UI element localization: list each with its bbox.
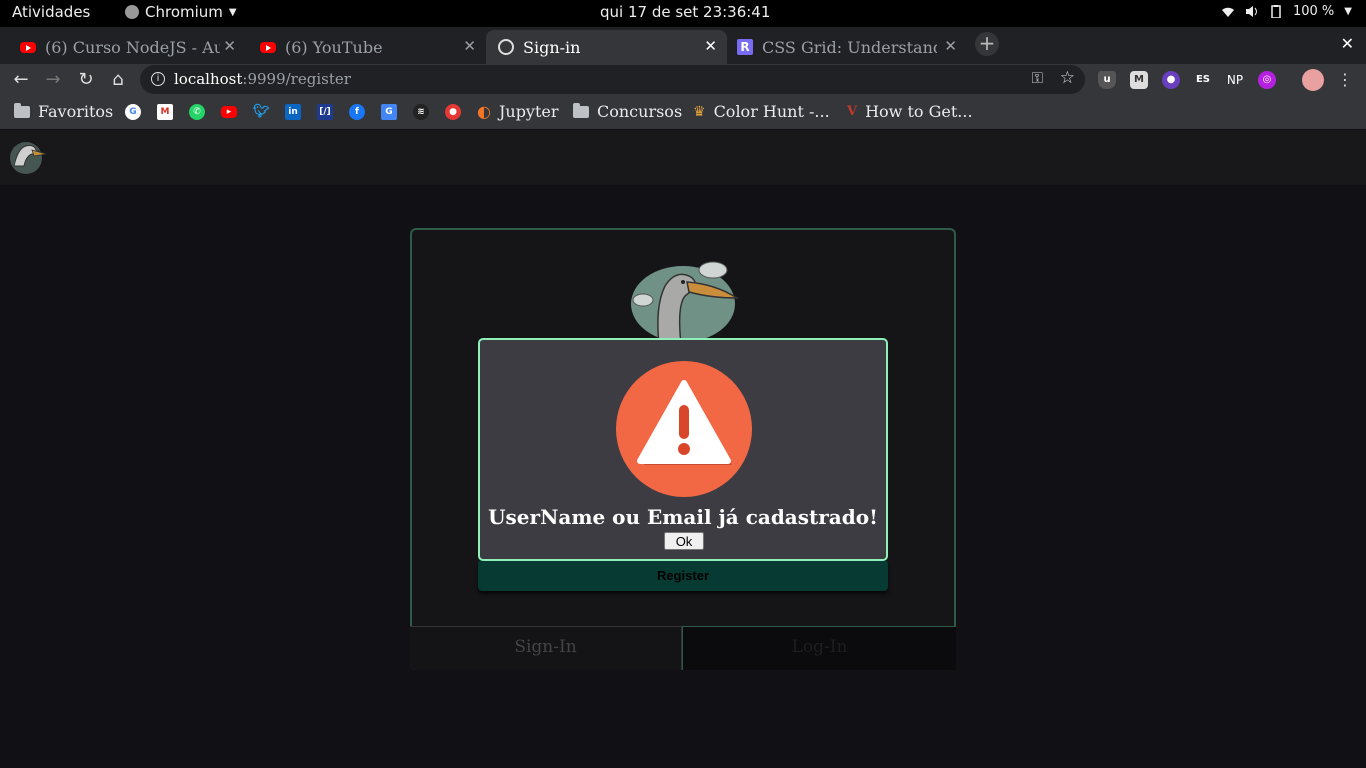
tab-title: (6) Curso NodeJS - Au <box>45 37 220 57</box>
forward-button[interactable]: → <box>42 69 64 91</box>
url-host: localhost <box>174 70 243 88</box>
extension-eye-icon[interactable]: ● <box>1162 71 1180 89</box>
close-window-button[interactable]: ✕ <box>1341 34 1354 53</box>
bookmark-how-to[interactable]: V How to Get... <box>847 102 973 121</box>
tomato-icon[interactable]: ● <box>445 104 461 120</box>
extension-es-icon[interactable]: ES <box>1194 71 1212 89</box>
ublock-icon[interactable]: u <box>1098 71 1116 89</box>
bookmark-label: How to Get... <box>865 102 973 121</box>
bookmark-label: Favoritos <box>38 102 114 121</box>
home-button[interactable]: ⌂ <box>107 69 129 91</box>
url-text[interactable]: localhost:9999/register <box>174 70 351 88</box>
tab-title: CSS Grid: Understand <box>762 37 937 57</box>
globe-icon <box>498 39 514 55</box>
bookmark-label: Color Hunt -... <box>713 102 830 121</box>
tab-sign-in[interactable]: Sign-in ✕ <box>486 30 727 64</box>
chromium-icon <box>125 5 139 19</box>
tab-title: (6) YouTube <box>285 37 383 57</box>
tab-youtube[interactable]: (6) YouTube ✕ <box>240 30 486 64</box>
youtube-icon[interactable]: ▸ <box>221 106 237 118</box>
facebook-icon[interactable]: f <box>349 104 365 120</box>
key-icon[interactable]: ⚿ <box>1032 69 1043 87</box>
folder-icon <box>14 102 30 118</box>
close-icon[interactable]: ✕ <box>944 37 957 55</box>
url-path: :9999/register <box>242 70 351 88</box>
youtube-icon <box>20 41 36 53</box>
google-icon[interactable]: G <box>125 104 141 120</box>
app-menu[interactable]: Chromium ▼ <box>125 3 237 21</box>
warning-icon <box>616 361 752 497</box>
reload-button[interactable]: ↻ <box>75 69 97 91</box>
web-page: Register Sign-In Log-In UserName ou Emai… <box>0 130 1366 768</box>
alert-message: UserName ou Email já cadastrado! <box>488 505 878 529</box>
extension-np-icon[interactable]: NP <box>1226 71 1244 89</box>
bookmark-label: Jupyter <box>498 102 559 121</box>
battery-percent: 100 % <box>1292 4 1335 19</box>
info-icon[interactable]: i <box>151 72 165 86</box>
folder-icon <box>573 102 589 118</box>
star-icon[interactable]: ☆ <box>1060 68 1075 88</box>
site-navbar <box>0 130 1366 185</box>
app-name: Chromium <box>145 3 223 21</box>
bookmark-concursos[interactable]: Concursos <box>573 102 682 121</box>
linkedin-icon[interactable]: in <box>285 104 301 120</box>
ok-button[interactable]: Ok <box>664 532 704 550</box>
volume-icon <box>1245 6 1257 17</box>
battery-icon <box>1271 5 1281 18</box>
new-tab-button[interactable]: + <box>975 32 999 56</box>
register-button[interactable]: Register <box>478 560 888 591</box>
bookmark-favoritos[interactable]: Favoritos <box>14 102 113 121</box>
system-top-bar: Atividades Chromium ▼ qui 17 de set 23:3… <box>0 0 1366 27</box>
bookmark-v-icon: V <box>847 104 858 119</box>
profile-avatar[interactable] <box>1302 69 1324 91</box>
close-icon[interactable]: ✕ <box>463 37 476 55</box>
back-button[interactable]: ← <box>10 69 32 91</box>
pelican-logo-icon <box>631 261 740 345</box>
bookmark-jupyter[interactable]: ◐ Jupyter <box>477 102 559 121</box>
twitter-icon[interactable]: 🐦︎ <box>253 104 270 120</box>
activities-button[interactable]: Atividades <box>12 3 90 21</box>
r-logo-icon: R <box>737 39 753 55</box>
menu-icon[interactable]: ⋮ <box>1334 69 1356 91</box>
tab-log-in[interactable]: Log-In <box>682 626 956 670</box>
chevron-down-icon: ▼ <box>1344 6 1352 17</box>
whatsapp-icon[interactable]: ✆ <box>189 104 205 120</box>
bookmarks-bar: Favoritos G M ✆ ▸ 🐦︎ in [/] f G ≋ ● ◐ Ju… <box>0 96 1366 129</box>
tab-curso-nodejs[interactable]: (6) Curso NodeJS - Au ✕ <box>0 30 246 64</box>
tab-css-grid[interactable]: R CSS Grid: Understand ✕ <box>727 30 967 64</box>
browser-toolbar: ← → ↻ ⌂ i localhost:9999/register ⚿ ☆ u … <box>0 64 1366 96</box>
gmail-icon[interactable]: M <box>157 104 173 120</box>
bookmark-label: Concursos <box>597 102 683 121</box>
alert-modal: UserName ou Email já cadastrado! Ok <box>478 338 888 561</box>
wifi-icon <box>1221 7 1234 17</box>
extension-purple-icon[interactable]: ◎ <box>1258 71 1276 89</box>
translate-icon[interactable]: G <box>381 104 397 120</box>
chevron-down-icon: ▼ <box>228 6 237 18</box>
jupyter-icon: ◐ <box>477 102 491 121</box>
color-hunt-icon: ♛ <box>693 103 706 120</box>
pelican-logo-icon[interactable] <box>4 136 48 176</box>
system-tray[interactable]: 100 % ▼ <box>1221 4 1352 19</box>
tab-strip: (6) Curso NodeJS - Au ✕ (6) YouTube ✕ Si… <box>0 27 1366 64</box>
tab-sign-in[interactable]: Sign-In <box>410 626 682 670</box>
address-bar[interactable]: i localhost:9999/register ⚿ ☆ <box>140 65 1085 94</box>
youtube-icon <box>260 41 276 53</box>
tab-title: Sign-in <box>523 37 581 57</box>
bookmark-brackets-icon[interactable]: [/] <box>317 104 333 120</box>
close-icon[interactable]: ✕ <box>223 37 236 55</box>
auth-tabs: Sign-In Log-In <box>410 626 956 672</box>
bookmark-color-hunt[interactable]: ♛ Color Hunt -... <box>693 102 830 121</box>
extension-m-icon[interactable]: M <box>1130 71 1148 89</box>
close-icon[interactable]: ✕ <box>704 37 717 55</box>
spotify-icon[interactable]: ≋ <box>413 104 429 120</box>
clock[interactable]: qui 17 de set 23:36:41 <box>600 3 770 21</box>
